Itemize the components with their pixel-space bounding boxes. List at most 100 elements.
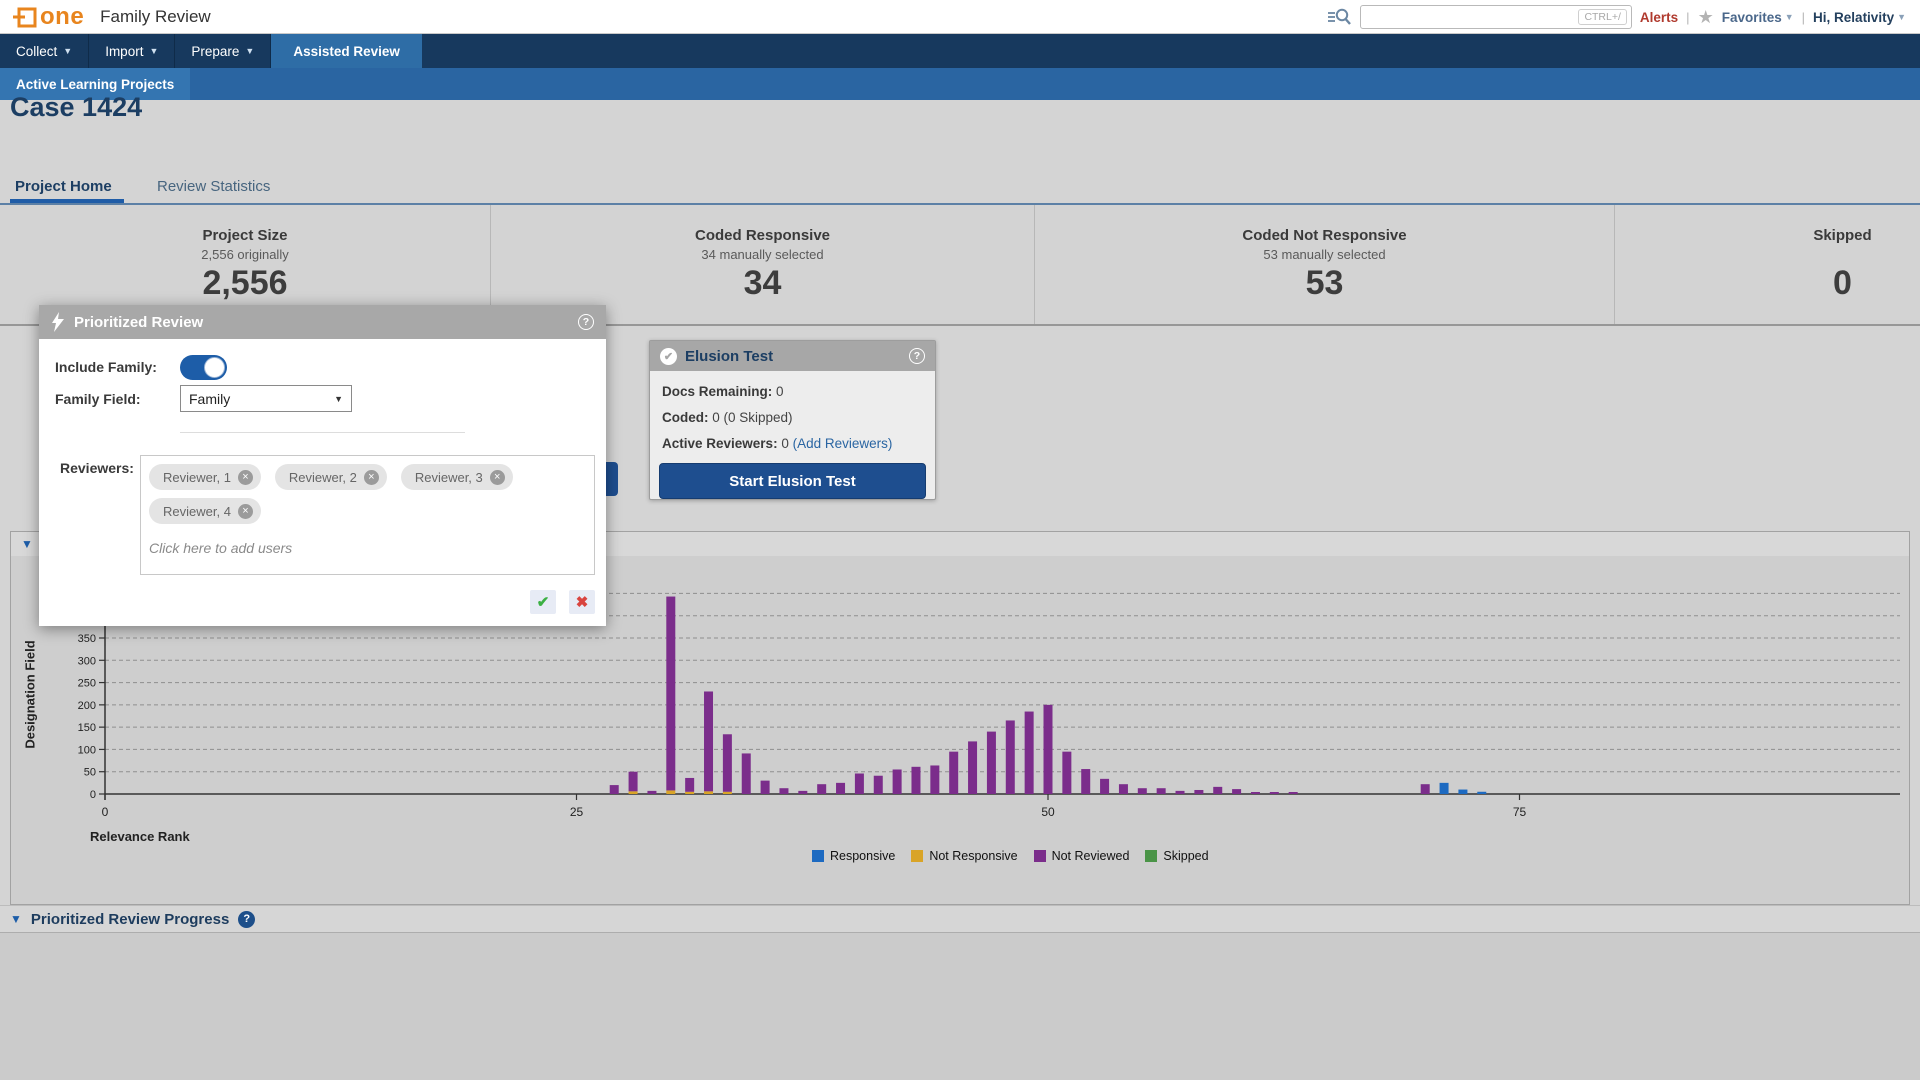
header-right: CTRL+/ Alerts | ★ Favorites▼ | Hi, Relat… — [1326, 0, 1906, 34]
logo-icon — [12, 4, 38, 30]
family-field-label: Family Field: — [55, 391, 141, 407]
include-family-toggle[interactable] — [180, 355, 227, 380]
legend-swatch — [1034, 850, 1046, 862]
prioritized-review-dialog: Prioritized Review ? Include Family: Fam… — [39, 305, 606, 626]
reviewers-chips-box[interactable]: Reviewer, 1×Reviewer, 2×Reviewer, 3×Revi… — [140, 455, 595, 575]
chart-y-axis-label: Designation Field — [23, 595, 38, 795]
nav-item-import[interactable]: Import ▼ — [89, 34, 175, 68]
add-reviewers-link[interactable]: (Add Reviewers) — [793, 436, 893, 451]
relativity-logo[interactable]: one — [12, 3, 84, 31]
collapse-triangle-icon[interactable]: ▼ — [21, 537, 33, 551]
search-input[interactable] — [1367, 10, 1567, 24]
collapse-triangle-icon[interactable]: ▼ — [10, 912, 22, 926]
app-root: one Family Review CTRL+/ Alerts | ★ Favo… — [0, 0, 1920, 1080]
reviewer-chip: Reviewer, 2× — [275, 464, 387, 490]
svg-text:100: 100 — [78, 744, 96, 756]
cancel-button[interactable]: ✖ — [569, 590, 595, 614]
chevron-down-icon: ▼ — [1897, 12, 1906, 22]
alerts-link[interactable]: Alerts — [1640, 10, 1678, 25]
help-icon[interactable]: ? — [238, 911, 255, 928]
favorites-star-icon[interactable]: ★ — [1698, 8, 1714, 26]
elusion-test-header: ✔ Elusion Test ? — [650, 341, 935, 371]
svg-text:200: 200 — [78, 700, 96, 712]
chevron-down-icon: ▼ — [149, 46, 158, 56]
search-box: CTRL+/ — [1360, 5, 1632, 29]
nav-item-label: Collect — [16, 44, 57, 59]
prioritized-review-progress-header: ▼ Prioritized Review Progress ? — [0, 905, 1920, 932]
svg-text:25: 25 — [570, 805, 584, 819]
stat-value: 53 — [1035, 264, 1614, 303]
stat-title: Project Size — [0, 227, 490, 244]
circle-check-icon: ✔ — [660, 348, 677, 365]
stat-title: Coded Responsive — [491, 227, 1034, 244]
header-separator: | — [1686, 10, 1689, 25]
elusion-stat-label: Active Reviewers: — [662, 436, 778, 451]
tab-project-home[interactable]: Project Home — [15, 178, 112, 195]
dialog-divider — [180, 432, 465, 433]
start-elusion-test-button[interactable]: Start Elusion Test — [659, 463, 926, 499]
stat-subtitle — [1615, 247, 1920, 262]
help-icon[interactable]: ? — [578, 314, 594, 330]
help-icon[interactable]: ? — [909, 348, 925, 364]
legend-label: Responsive — [830, 849, 895, 863]
caret-down-icon: ▼ — [334, 394, 343, 404]
logo-text: one — [40, 3, 84, 31]
elusion-test-panel: ✔ Elusion Test ? Docs Remaining: 0Coded:… — [649, 340, 936, 500]
confirm-button[interactable]: ✔ — [530, 590, 556, 614]
elusion-test-title: Elusion Test — [685, 348, 773, 365]
elusion-test-body: Docs Remaining: 0Coded: 0 (0 Skipped)Act… — [650, 371, 935, 457]
nav-item-label: Prepare — [191, 44, 239, 59]
prioritized-review-dialog-header: Prioritized Review ? — [39, 305, 606, 339]
nav-item-label: Assisted Review — [293, 44, 400, 59]
svg-text:0: 0 — [90, 789, 96, 801]
tab-review-statistics[interactable]: Review Statistics — [157, 178, 270, 195]
stat-card-skipped: Skipped0 — [1614, 205, 1920, 324]
svg-text:0: 0 — [102, 805, 109, 819]
search-icon[interactable] — [1326, 7, 1352, 27]
nav-item-label: Import — [105, 44, 143, 59]
add-users-placeholder[interactable]: Click here to add users — [149, 540, 586, 556]
legend-swatch — [812, 850, 824, 862]
reviewer-chip-label: Reviewer, 3 — [415, 470, 483, 485]
remove-reviewer-icon[interactable]: × — [238, 470, 253, 485]
elusion-stat-label: Docs Remaining: — [662, 384, 772, 399]
legend-item-not_reviewed: Not Reviewed — [1034, 849, 1130, 863]
reviewer-chip: Reviewer, 4× — [149, 498, 261, 524]
stat-subtitle: 53 manually selected — [1035, 247, 1614, 262]
user-menu[interactable]: Hi, Relativity▼ — [1813, 10, 1906, 25]
page-title: Case 1424 — [10, 92, 142, 123]
toggle-knob — [204, 357, 225, 378]
search-shortcut-badge: CTRL+/ — [1578, 9, 1626, 25]
chart-legend: ResponsiveNot ResponsiveNot ReviewedSkip… — [812, 849, 1209, 863]
family-field-select[interactable]: Family ▼ — [180, 385, 352, 412]
svg-text:75: 75 — [1513, 805, 1527, 819]
remove-reviewer-icon[interactable]: × — [364, 470, 379, 485]
legend-label: Not Reviewed — [1052, 849, 1130, 863]
favorites-menu[interactable]: Favorites▼ — [1722, 10, 1794, 25]
svg-text:350: 350 — [78, 633, 96, 645]
chevron-down-icon: ▼ — [63, 46, 72, 56]
top-header: one Family Review CTRL+/ Alerts | ★ Favo… — [0, 0, 1920, 34]
stat-title: Coded Not Responsive — [1035, 227, 1614, 244]
reviewer-chip: Reviewer, 3 × — [401, 464, 513, 490]
main-nav: Collect ▼ Import ▼ Prepare▼ Assisted Review — [0, 34, 1920, 68]
remove-reviewer-icon[interactable]: × — [490, 470, 505, 485]
elusion-stat-row: Active Reviewers: 0 (Add Reviewers) — [662, 431, 923, 457]
progress-section-title: Prioritized Review Progress — [31, 911, 229, 928]
include-family-label: Include Family: — [55, 359, 157, 375]
nav-item-collect[interactable]: Collect ▼ — [0, 34, 89, 68]
elusion-stat-row: Coded: 0 (0 Skipped) — [662, 405, 923, 431]
header-separator-2: | — [1802, 10, 1805, 25]
remove-reviewer-icon[interactable]: × — [238, 504, 253, 519]
stat-card-coded-not-responsive: Coded Not Responsive 53 manually selected… — [1034, 205, 1614, 324]
svg-text:150: 150 — [78, 722, 96, 734]
svg-text:50: 50 — [1041, 805, 1055, 819]
legend-swatch — [911, 850, 923, 862]
elusion-stat-row: Docs Remaining: 0 — [662, 379, 923, 405]
reviewer-chip: Reviewer, 1× — [149, 464, 261, 490]
nav-item-prepare[interactable]: Prepare▼ — [175, 34, 271, 68]
legend-swatch — [1145, 850, 1157, 862]
stat-value: 0 — [1615, 264, 1920, 303]
stat-subtitle: 34 manually selected — [491, 247, 1034, 262]
nav-item-assisted-review[interactable]: Assisted Review — [271, 34, 422, 68]
